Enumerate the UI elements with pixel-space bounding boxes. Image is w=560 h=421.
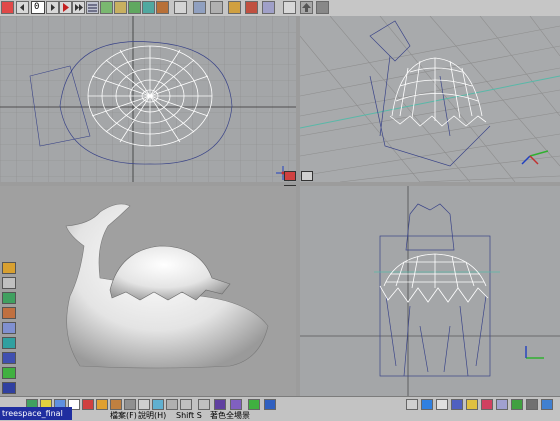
shortcut-label: Shift S [176, 411, 202, 420]
maximize-viewport-button[interactable] [284, 171, 296, 181]
top-toolbar: 0 [0, 0, 560, 17]
render-settings-tool[interactable] [2, 382, 16, 394]
move-button[interactable] [262, 1, 275, 14]
step-forward-button[interactable] [46, 1, 59, 14]
paint-tool[interactable] [2, 307, 16, 319]
play-button[interactable] [59, 1, 72, 14]
up-arrow-button[interactable] [300, 1, 313, 14]
snap-icon[interactable] [466, 399, 478, 410]
leaf-icon[interactable] [248, 399, 260, 410]
render-viewport[interactable] [0, 186, 296, 396]
cone-icon[interactable] [124, 399, 136, 410]
top-view-drawing [0, 16, 296, 182]
step-back-button[interactable] [16, 1, 29, 14]
status-bar: 檔案(F) 說明(H) Shift S 著色全場景 [0, 396, 560, 421]
view-layout-button[interactable] [193, 1, 206, 14]
status-message: 著色全場景 [210, 411, 250, 420]
help-menu-label[interactable]: 說明(H) [138, 411, 166, 420]
front-view-drawing [300, 186, 560, 396]
edit-curve-button[interactable] [100, 1, 113, 14]
select-icon[interactable] [406, 399, 418, 410]
light-tool[interactable] [2, 337, 16, 349]
text-icon[interactable] [166, 399, 178, 410]
pointer-icon[interactable] [421, 399, 433, 410]
water-icon[interactable] [264, 399, 276, 410]
cylinder-icon[interactable] [110, 399, 122, 410]
background-tool[interactable] [2, 367, 16, 379]
torus-icon[interactable] [138, 399, 150, 410]
color-tool[interactable] [2, 322, 16, 334]
visible-icon[interactable] [511, 399, 523, 410]
undo-button[interactable] [1, 1, 14, 14]
frame-number-field[interactable]: 0 [31, 1, 45, 14]
particle-icon[interactable] [230, 399, 242, 410]
scale-button[interactable] [245, 1, 258, 14]
top-viewport[interactable] [0, 16, 296, 182]
record-icon[interactable] [481, 399, 493, 410]
file-menu-label[interactable]: 檔案(F) [110, 411, 137, 420]
perspective-view-drawing [300, 16, 560, 182]
hierarchy-icon[interactable] [496, 399, 508, 410]
cloud-icon[interactable] [198, 399, 210, 410]
bevel-button[interactable] [142, 1, 155, 14]
shaded-model [65, 203, 269, 369]
left-tool-strip [0, 262, 18, 396]
lock-icon[interactable] [526, 399, 538, 410]
camera-button[interactable] [316, 1, 329, 14]
go-to-end-button[interactable] [72, 1, 85, 14]
cube-icon[interactable] [96, 399, 108, 410]
perspective-viewport[interactable] [300, 16, 560, 182]
viewport-config-button[interactable] [301, 171, 313, 181]
wireframe-button[interactable] [210, 1, 223, 14]
rotate-button[interactable] [283, 1, 296, 14]
map-tool[interactable] [2, 292, 16, 304]
sphere-icon[interactable] [82, 399, 94, 410]
tree-icon[interactable] [214, 399, 226, 410]
texture-tool[interactable] [2, 277, 16, 289]
grid-icon[interactable] [451, 399, 463, 410]
scene-icon[interactable] [180, 399, 192, 410]
render-button[interactable] [228, 1, 241, 14]
lathe-button[interactable] [174, 1, 187, 14]
align-button[interactable] [114, 1, 127, 14]
environment-tool[interactable] [2, 352, 16, 364]
timeline-button[interactable] [86, 1, 99, 14]
plane-icon[interactable] [152, 399, 164, 410]
weld-button[interactable] [128, 1, 141, 14]
spline-button[interactable] [156, 1, 169, 14]
front-viewport[interactable] [300, 186, 560, 396]
scene-filename: treespace_final [0, 407, 72, 420]
info-icon[interactable] [541, 399, 553, 410]
material-tool[interactable] [2, 262, 16, 274]
zoom-icon[interactable] [436, 399, 448, 410]
